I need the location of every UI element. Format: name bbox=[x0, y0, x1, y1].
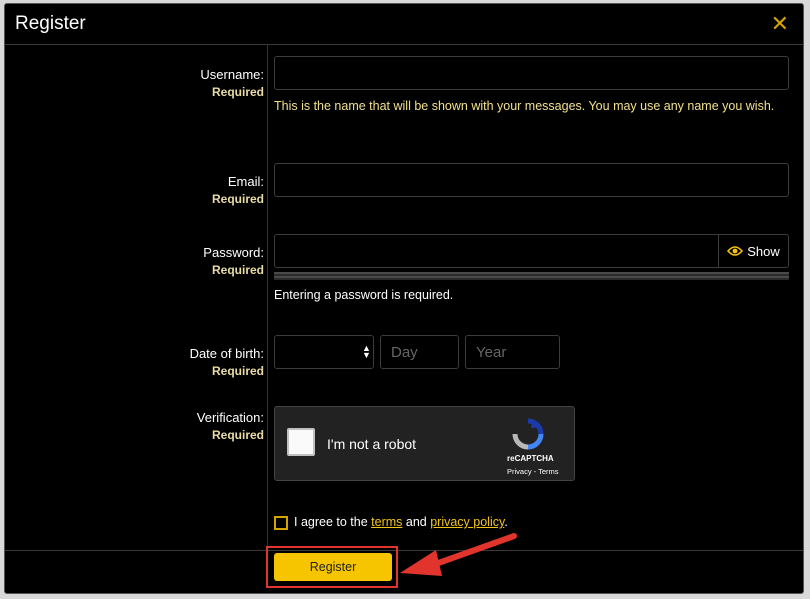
show-password-label: Show bbox=[747, 243, 780, 259]
verification-required: Required bbox=[211, 428, 264, 442]
recaptcha-terms-link[interactable]: Terms bbox=[538, 467, 558, 476]
recaptcha-terms: Privacy - Terms bbox=[507, 467, 559, 476]
annotation-arrow-icon bbox=[400, 533, 517, 576]
label-column bbox=[5, 45, 268, 551]
recaptcha-brand: reCAPTCHA bbox=[507, 454, 554, 463]
dob-required: Required bbox=[211, 364, 264, 378]
agree-suffix: . bbox=[504, 515, 508, 529]
username-required: Required bbox=[211, 85, 264, 99]
close-icon[interactable]: ✕ bbox=[771, 11, 789, 37]
agree-text: I agree to the terms and privacy policy. bbox=[294, 515, 508, 529]
dialog-title: Register bbox=[15, 13, 86, 34]
eye-icon bbox=[727, 246, 744, 256]
username-input[interactable] bbox=[274, 56, 789, 90]
recaptcha-text: I'm not a robot bbox=[327, 436, 417, 452]
recaptcha-logo-icon bbox=[512, 418, 544, 450]
recaptcha-widget: I'm not a robot reCAPTCHA Privacy - Term… bbox=[274, 406, 575, 481]
dob-year-input[interactable] bbox=[465, 335, 560, 369]
username-label: Username: bbox=[200, 67, 264, 82]
username-hint: This is the name that will be shown with… bbox=[274, 99, 775, 113]
dialog-header: Register ✕ bbox=[5, 4, 803, 45]
recaptcha-checkbox[interactable] bbox=[287, 428, 315, 456]
verification-label: Verification: bbox=[196, 410, 264, 425]
privacy-policy-link[interactable]: privacy policy bbox=[430, 515, 504, 529]
agree-middle: and bbox=[402, 515, 431, 529]
dob-label: Date of birth: bbox=[189, 346, 264, 361]
dob-month-select[interactable] bbox=[274, 335, 374, 369]
email-label: Email: bbox=[227, 174, 264, 189]
recaptcha-privacy-link[interactable]: Privacy bbox=[507, 467, 532, 476]
select-arrows-icon: ▲ ▼ bbox=[362, 343, 371, 360]
password-label: Password: bbox=[203, 245, 264, 260]
password-hint: Entering a password is required. bbox=[274, 288, 454, 302]
show-password-button[interactable]: Show bbox=[718, 234, 788, 268]
agree-checkbox[interactable] bbox=[274, 516, 288, 530]
agree-prefix: I agree to the bbox=[294, 515, 372, 529]
register-button[interactable]: Register bbox=[274, 553, 392, 581]
password-strength-meter bbox=[274, 272, 789, 280]
password-required: Required bbox=[211, 263, 264, 277]
email-input[interactable] bbox=[274, 163, 789, 197]
email-required: Required bbox=[211, 192, 264, 206]
terms-link[interactable]: terms bbox=[371, 515, 402, 529]
dob-day-input[interactable] bbox=[380, 335, 459, 369]
password-input[interactable] bbox=[274, 234, 789, 268]
